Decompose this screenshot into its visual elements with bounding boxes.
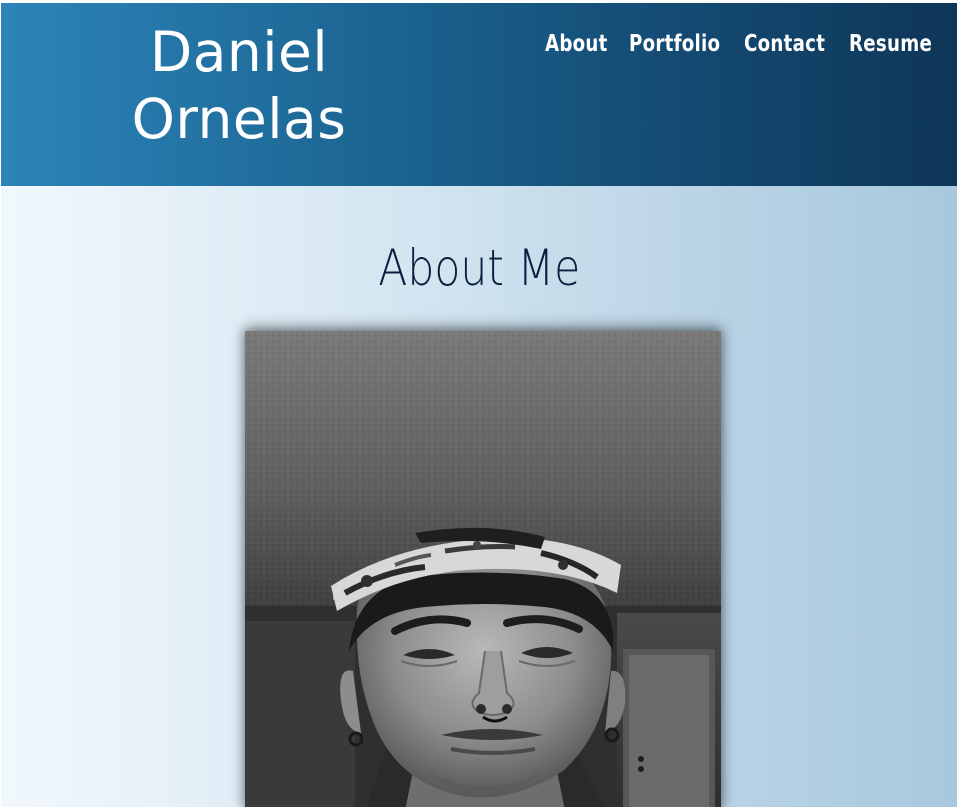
brand-first-name: Daniel xyxy=(149,20,329,84)
site-header: Daniel Ornelas About Portfolio Contact R… xyxy=(1,3,957,186)
nav-link-contact[interactable]: Contact xyxy=(744,31,825,57)
profile-photo xyxy=(245,331,721,807)
profile-photo-drawing xyxy=(245,331,721,807)
brand-last-name: Ornelas xyxy=(131,87,347,151)
about-section: About Me xyxy=(1,186,957,807)
site-brand[interactable]: Daniel Ornelas xyxy=(101,19,377,153)
nav-link-about[interactable]: About xyxy=(545,31,608,57)
section-title: About Me xyxy=(378,239,581,297)
main-nav: About Portfolio Contact Resume xyxy=(545,31,933,57)
nav-link-resume[interactable]: Resume xyxy=(849,31,932,57)
nav-link-portfolio[interactable]: Portfolio xyxy=(629,31,720,57)
